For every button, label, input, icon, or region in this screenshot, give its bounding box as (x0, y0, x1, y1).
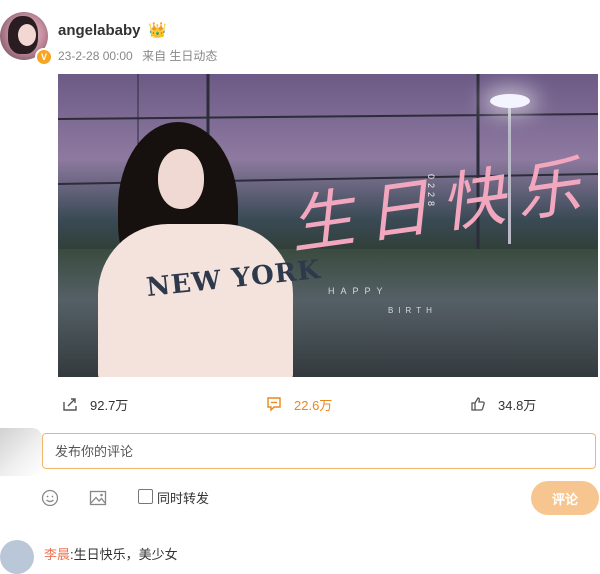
next-comment-text: :生日快乐，美少女 (70, 547, 178, 562)
person-sweater (98, 224, 293, 377)
comment-icon (267, 397, 281, 412)
also-repost-checkbox[interactable] (138, 489, 153, 504)
like-button[interactable]: 34.8万 (470, 393, 536, 415)
emoji-icon[interactable] (40, 488, 60, 508)
thumbs-up-icon (471, 397, 485, 411)
like-count: 34.8万 (498, 397, 537, 413)
birth-text: BIRTH (388, 306, 437, 315)
happy-text: HAPPY (328, 286, 389, 296)
next-comment-avatar[interactable] (0, 540, 34, 574)
street-lamp (490, 94, 530, 108)
commenter-avatar (0, 428, 42, 476)
post-meta: 23-2-28 00:00 来自 生日动态 (58, 47, 223, 64)
post-image[interactable]: NEW YORK 生日快乐 0228 HAPPY BIRTH (58, 74, 598, 377)
person-face (158, 149, 204, 209)
post-source: 来自 生日动态 (142, 49, 218, 63)
avatar-face (18, 24, 36, 46)
comment-input-box[interactable] (42, 433, 596, 469)
repost-count: 92.7万 (90, 397, 129, 413)
submit-comment-button[interactable]: 评论 (531, 481, 599, 515)
date-code-text: 0228 (426, 174, 436, 211)
repost-button[interactable]: 92.7万 (62, 393, 128, 415)
share-icon (63, 398, 77, 411)
username[interactable]: angelababy (58, 22, 141, 39)
next-comment-author[interactable]: 李晨 (44, 547, 70, 562)
also-repost-label[interactable]: 同时转发 (157, 488, 209, 507)
comment-input[interactable] (43, 434, 595, 468)
verified-badge-icon: V (35, 48, 53, 66)
image-upload-icon[interactable] (88, 488, 108, 508)
comment-count: 22.6万 (294, 397, 333, 413)
next-comment: 李晨:生日快乐，美少女 (44, 544, 178, 563)
post-date[interactable]: 23-2-28 00:00 (58, 49, 133, 63)
comment-button[interactable]: 22.6万 (266, 393, 332, 415)
crown-badge-icon: 👑 (148, 22, 167, 39)
